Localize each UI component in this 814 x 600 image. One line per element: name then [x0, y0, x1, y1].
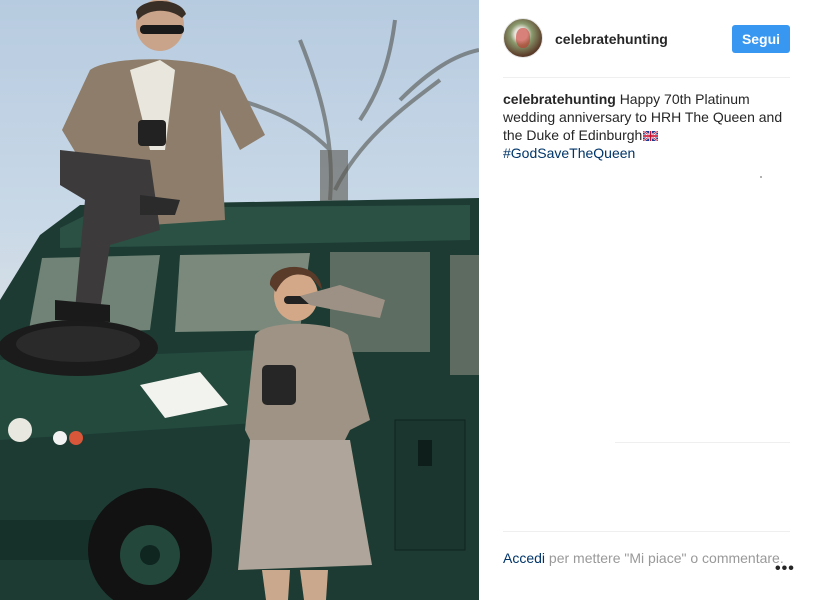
follow-button[interactable]: Segui [732, 25, 790, 53]
comments-divider [615, 442, 790, 443]
footer-divider [503, 531, 790, 532]
land-rover [0, 198, 479, 600]
more-options-icon[interactable]: ••• [775, 561, 794, 580]
post-footer: Accedi per mettere "Mi piace" o commenta… [503, 549, 790, 567]
post-photo-illustration [0, 0, 479, 600]
avatar[interactable] [503, 18, 543, 58]
scroll-speck [760, 176, 762, 178]
post-header: celebratehunting Segui [503, 18, 790, 60]
post-caption: celebratehunting Happy 70th Platinum wed… [503, 90, 790, 162]
caption-username[interactable]: celebratehunting [503, 91, 616, 107]
login-prompt-text: per mettere "Mi piace" o commentare. [548, 550, 784, 566]
hashtag-link[interactable]: #GodSaveTheQueen [503, 145, 635, 161]
uk-flag-icon [643, 131, 659, 141]
header-divider [503, 77, 790, 78]
login-link[interactable]: Accedi [503, 550, 545, 566]
header-username[interactable]: celebratehunting [555, 31, 668, 47]
tree-branches [239, 19, 479, 201]
post-photo[interactable] [0, 0, 479, 600]
post-side-panel: celebratehunting Segui celebratehunting … [479, 0, 814, 600]
